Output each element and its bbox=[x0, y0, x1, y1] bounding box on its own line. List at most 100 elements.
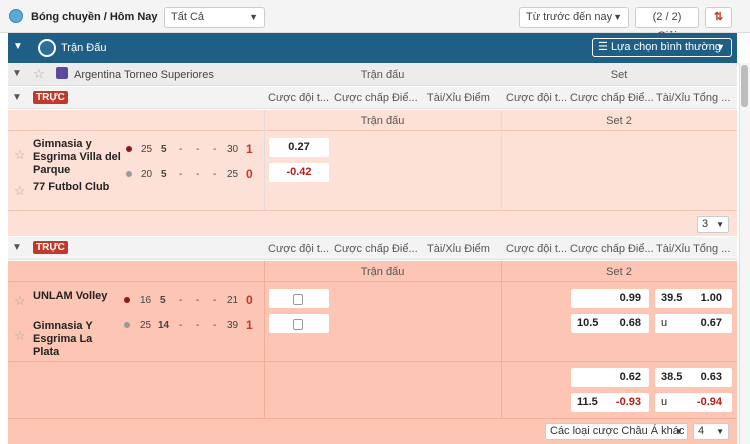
divider bbox=[264, 110, 265, 210]
handicap-odds: -0.93 bbox=[615, 396, 641, 408]
odds-cell[interactable]: 0.27 bbox=[269, 138, 329, 157]
lock-icon bbox=[293, 319, 303, 330]
collapse-icon[interactable]: ▼ bbox=[12, 68, 22, 79]
score: 30 bbox=[227, 144, 239, 155]
home-team-name[interactable]: UNLAM Volley bbox=[33, 290, 113, 303]
score: - bbox=[179, 320, 183, 331]
odds-cell[interactable]: 0.99 bbox=[571, 289, 649, 308]
scrollbar[interactable] bbox=[739, 63, 750, 444]
score: 5 bbox=[161, 169, 167, 180]
score: - bbox=[213, 169, 217, 180]
market-header: Tài/Xỉu Điểm bbox=[427, 243, 490, 255]
score: - bbox=[196, 169, 200, 180]
ou-odds: 1.00 bbox=[700, 292, 722, 304]
market-header: Cược chấp Điể... bbox=[334, 92, 418, 104]
odds-cell[interactable]: -0.42 bbox=[269, 163, 329, 182]
ou-cell[interactable]: 38.5 0.63 bbox=[655, 368, 732, 387]
score: 21 bbox=[227, 295, 239, 306]
odds-cell[interactable]: 0.62 bbox=[571, 368, 649, 387]
handicap-odds: 0.68 bbox=[619, 317, 641, 329]
market-header: Tài/Xỉu Tổng ... bbox=[656, 92, 731, 104]
market-header: Cược chấp Điể... bbox=[570, 92, 654, 104]
score: - bbox=[196, 144, 200, 155]
bet-type-value: Các loại cược Châu Á khác bbox=[550, 425, 685, 437]
favorite-star-icon[interactable]: ☆ bbox=[14, 147, 26, 163]
list-icon: ☰ bbox=[598, 41, 608, 53]
favorite-star-icon[interactable]: ☆ bbox=[14, 183, 26, 199]
serve-indicator bbox=[124, 322, 130, 328]
ou-cell[interactable]: 39.5 1.00 bbox=[655, 289, 732, 308]
breadcrumb: Bóng chuyền / Hôm Nay bbox=[31, 11, 158, 23]
chevron-down-icon: ▼ bbox=[675, 427, 683, 436]
more-markets-select[interactable]: 3 ▼ bbox=[697, 216, 729, 233]
filter-value: Tất Cả bbox=[171, 11, 205, 23]
display-mode-button[interactable]: ☰ Lựa chọn bình thường ▼ bbox=[592, 38, 732, 57]
handicap-cell[interactable]: 10.5 0.68 bbox=[571, 314, 649, 333]
under-label: u bbox=[661, 396, 668, 408]
volleyball-icon bbox=[9, 9, 23, 23]
match-column-header: Trận đấu bbox=[360, 69, 405, 81]
score: 20 bbox=[141, 169, 153, 180]
handicap-cell[interactable]: 11.5 -0.93 bbox=[571, 393, 649, 412]
score: - bbox=[179, 169, 183, 180]
ou-odds: -0.94 bbox=[696, 396, 722, 408]
scrollbar-thumb[interactable] bbox=[741, 65, 748, 107]
handicap-line: 11.5 bbox=[577, 396, 598, 408]
sort-icon[interactable]: ⇅ bbox=[705, 7, 732, 28]
filter-dropdown[interactable]: Tất Cả ▼ bbox=[164, 7, 265, 28]
score: - bbox=[196, 295, 200, 306]
time-range-dropdown[interactable]: Từ trước đến nay ▼ bbox=[519, 7, 629, 28]
handicap-line: 10.5 bbox=[577, 317, 599, 329]
divider bbox=[8, 361, 737, 362]
league-count[interactable]: (2 / 2) Giải bbox=[635, 7, 699, 42]
collapse-icon[interactable]: ▼ bbox=[12, 242, 22, 253]
divider bbox=[501, 110, 502, 210]
ou-odds: 0.67 bbox=[700, 317, 722, 329]
market-header: Cược đội t... bbox=[506, 243, 568, 255]
live-badge: TRỰC bbox=[33, 241, 68, 254]
time-range-value: Từ trước đến nay bbox=[526, 11, 613, 23]
stopwatch-icon bbox=[38, 39, 56, 57]
collapse-icon[interactable]: ▼ bbox=[12, 92, 22, 103]
score: 25 bbox=[141, 144, 153, 155]
market-header: Cược đội t... bbox=[268, 92, 330, 104]
chevron-down-icon: ▼ bbox=[716, 427, 724, 436]
favorite-star-icon[interactable]: ☆ bbox=[14, 293, 26, 309]
score: - bbox=[213, 144, 217, 155]
sets-won: 0 bbox=[246, 293, 253, 307]
bet-type-select[interactable]: Các loại cược Châu Á khác ▼ bbox=[545, 423, 688, 440]
divider bbox=[501, 261, 502, 418]
league-logo-icon bbox=[56, 67, 68, 79]
collapse-icon[interactable]: ▼ bbox=[13, 41, 23, 52]
display-mode-label: Lựa chọn bình thường bbox=[610, 41, 721, 53]
league-name: Argentina Torneo Superiores bbox=[74, 69, 214, 81]
score: 39 bbox=[227, 320, 239, 331]
market-header: Cược chấp Điể... bbox=[570, 243, 654, 255]
score: - bbox=[213, 295, 217, 306]
sets-won: 1 bbox=[246, 318, 253, 332]
chevron-down-icon: ▼ bbox=[249, 12, 258, 22]
score: 5 bbox=[160, 295, 166, 306]
score: 16 bbox=[140, 295, 152, 306]
chevron-down-icon: ▼ bbox=[716, 220, 724, 229]
more-count: 3 bbox=[702, 218, 709, 230]
market-header: Tài/Xỉu Tổng ... bbox=[656, 243, 731, 255]
away-team-name[interactable]: 77 Futbol Club bbox=[33, 181, 121, 194]
favorite-star-icon[interactable]: ☆ bbox=[33, 66, 45, 82]
more-markets-select[interactable]: 4 ▼ bbox=[693, 423, 729, 440]
favorite-star-icon[interactable]: ☆ bbox=[14, 328, 26, 344]
ou-cell[interactable]: u 0.67 bbox=[655, 314, 732, 333]
home-team-name[interactable]: Gimnasia y Esgrima Villa del Parque bbox=[33, 138, 121, 177]
under-label: u bbox=[661, 317, 668, 329]
serve-indicator bbox=[126, 146, 132, 152]
ou-cell[interactable]: u -0.94 bbox=[655, 393, 732, 412]
chevron-down-icon: ▼ bbox=[613, 12, 622, 22]
away-team-name[interactable]: Gimnasia Y Esgrima La Plata bbox=[33, 320, 113, 359]
period-label: Trận đấu bbox=[360, 266, 405, 278]
score: - bbox=[179, 144, 183, 155]
section-title: Trận Đấu bbox=[61, 42, 107, 54]
divider bbox=[264, 261, 265, 418]
sets-won: 0 bbox=[246, 167, 253, 181]
score: 14 bbox=[158, 320, 170, 331]
score: - bbox=[179, 295, 183, 306]
